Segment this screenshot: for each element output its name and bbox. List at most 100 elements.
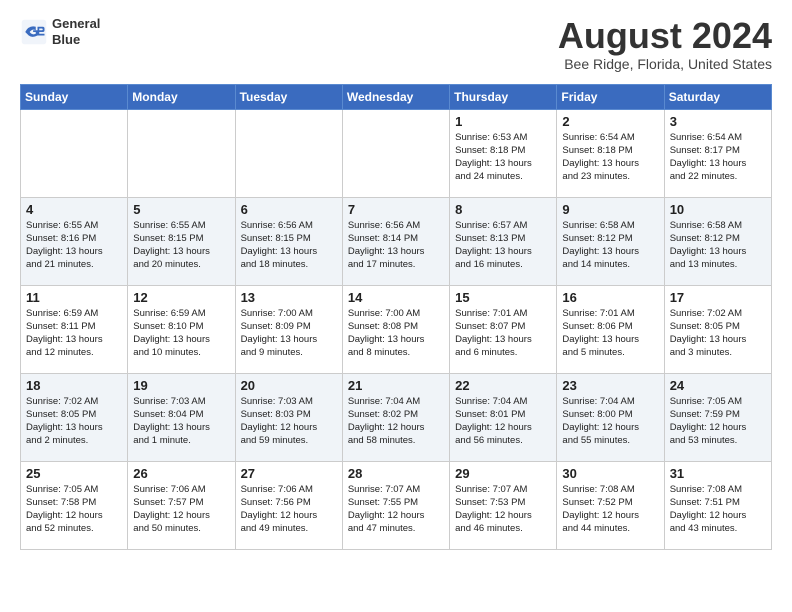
calendar-cell: 14 Sunrise: 7:00 AM Sunset: 8:08 PM Dayli… <box>342 285 449 373</box>
cell-info: Sunrise: 6:55 AM Sunset: 8:15 PM Dayligh… <box>133 219 229 272</box>
calendar-cell <box>128 109 235 197</box>
day-number: 9 <box>562 202 658 217</box>
day-number: 27 <box>241 466 337 481</box>
cell-info: Sunrise: 7:06 AM Sunset: 7:56 PM Dayligh… <box>241 483 337 536</box>
day-number: 5 <box>133 202 229 217</box>
calendar-cell: 24Sunrise: 7:05 AM Sunset: 7:59 PM Dayli… <box>664 373 771 461</box>
cell-info: Sunrise: 6:56 AM Sunset: 8:14 PM Dayligh… <box>348 219 444 272</box>
cell-info: Sunrise: 7:01 AM Sunset: 8:06 PM Dayligh… <box>562 307 658 360</box>
cell-info: Sunrise: 7:08 AM Sunset: 7:51 PM Dayligh… <box>670 483 766 536</box>
calendar-cell: 17 Sunrise: 7:02 AM Sunset: 8:05 PM Dayli… <box>664 285 771 373</box>
title-block: August 2024 Bee Ridge, Florida, United S… <box>558 16 772 72</box>
calendar-cell: 8Sunrise: 6:57 AM Sunset: 8:13 PM Daylig… <box>450 197 557 285</box>
calendar-cell <box>21 109 128 197</box>
calendar-cell: 31Sunrise: 7:08 AM Sunset: 7:51 PM Dayli… <box>664 461 771 549</box>
weekday-header-saturday: Saturday <box>664 84 771 109</box>
logo-text: General Blue <box>52 16 100 47</box>
day-number: 14 <box>348 290 444 305</box>
day-number: 4 <box>26 202 122 217</box>
calendar-week-row-2: 4 Sunrise: 6:55 AM Sunset: 8:16 PM Daylig… <box>21 197 772 285</box>
cell-info: Sunrise: 7:04 AM Sunset: 8:02 PM Dayligh… <box>348 395 444 448</box>
cell-info: Sunrise: 7:06 AM Sunset: 7:57 PM Dayligh… <box>133 483 229 536</box>
cell-info: Sunrise: 7:05 AM Sunset: 7:58 PM Dayligh… <box>26 483 122 536</box>
cell-info: Sunrise: 6:58 AM Sunset: 8:12 PM Dayligh… <box>670 219 766 272</box>
cell-info: Sunrise: 7:02 AM Sunset: 8:05 PM Dayligh… <box>26 395 122 448</box>
weekday-header-monday: Monday <box>128 84 235 109</box>
day-number: 6 <box>241 202 337 217</box>
calendar-cell: 3 Sunrise: 6:54 AM Sunset: 8:17 PM Daylig… <box>664 109 771 197</box>
day-number: 8 <box>455 202 551 217</box>
location: Bee Ridge, Florida, United States <box>558 56 772 72</box>
cell-info: Sunrise: 7:08 AM Sunset: 7:52 PM Dayligh… <box>562 483 658 536</box>
cell-info: Sunrise: 7:01 AM Sunset: 8:07 PM Dayligh… <box>455 307 551 360</box>
calendar-cell: 4 Sunrise: 6:55 AM Sunset: 8:16 PM Daylig… <box>21 197 128 285</box>
calendar-cell: 30Sunrise: 7:08 AM Sunset: 7:52 PM Dayli… <box>557 461 664 549</box>
day-number: 2 <box>562 114 658 129</box>
calendar-cell: 19Sunrise: 7:03 AM Sunset: 8:04 PM Dayli… <box>128 373 235 461</box>
calendar-cell: 28 Sunrise: 7:07 AM Sunset: 7:55 PM Dayli… <box>342 461 449 549</box>
day-number: 3 <box>670 114 766 129</box>
cell-info: Sunrise: 6:58 AM Sunset: 8:12 PM Dayligh… <box>562 219 658 272</box>
cell-info: Sunrise: 7:07 AM Sunset: 7:55 PM Dayligh… <box>348 483 444 536</box>
weekday-header-sunday: Sunday <box>21 84 128 109</box>
cell-info: Sunrise: 7:07 AM Sunset: 7:53 PM Dayligh… <box>455 483 551 536</box>
day-number: 18 <box>26 378 122 393</box>
calendar-cell: 9 Sunrise: 6:58 AM Sunset: 8:12 PM Daylig… <box>557 197 664 285</box>
calendar-cell: 29 Sunrise: 7:07 AM Sunset: 7:53 PM Dayli… <box>450 461 557 549</box>
day-number: 23 <box>562 378 658 393</box>
day-number: 17 <box>670 290 766 305</box>
day-number: 20 <box>241 378 337 393</box>
day-number: 12 <box>133 290 229 305</box>
day-number: 7 <box>348 202 444 217</box>
cell-info: Sunrise: 7:00 AM Sunset: 8:08 PM Dayligh… <box>348 307 444 360</box>
calendar-cell: 27 Sunrise: 7:06 AM Sunset: 7:56 PM Dayli… <box>235 461 342 549</box>
day-number: 29 <box>455 466 551 481</box>
calendar-cell: 22Sunrise: 7:04 AM Sunset: 8:01 PM Dayli… <box>450 373 557 461</box>
general-blue-logo-icon <box>20 18 48 46</box>
day-number: 13 <box>241 290 337 305</box>
cell-info: Sunrise: 7:00 AM Sunset: 8:09 PM Dayligh… <box>241 307 337 360</box>
cell-info: Sunrise: 6:55 AM Sunset: 8:16 PM Dayligh… <box>26 219 122 272</box>
day-number: 22 <box>455 378 551 393</box>
cell-info: Sunrise: 7:03 AM Sunset: 8:03 PM Dayligh… <box>241 395 337 448</box>
cell-info: Sunrise: 6:56 AM Sunset: 8:15 PM Dayligh… <box>241 219 337 272</box>
cell-info: Sunrise: 6:54 AM Sunset: 8:17 PM Dayligh… <box>670 131 766 184</box>
calendar-cell: 11 Sunrise: 6:59 AM Sunset: 8:11 PM Dayli… <box>21 285 128 373</box>
day-number: 10 <box>670 202 766 217</box>
cell-info: Sunrise: 6:53 AM Sunset: 8:18 PM Dayligh… <box>455 131 551 184</box>
weekday-header-row: SundayMondayTuesdayWednesdayThursdayFrid… <box>21 84 772 109</box>
day-number: 28 <box>348 466 444 481</box>
calendar-cell <box>235 109 342 197</box>
calendar-week-row-1: 1 Sunrise: 6:53 AM Sunset: 8:18 PM Daylig… <box>21 109 772 197</box>
weekday-header-friday: Friday <box>557 84 664 109</box>
calendar-cell: 21 Sunrise: 7:04 AM Sunset: 8:02 PM Dayli… <box>342 373 449 461</box>
calendar-cell: 16 Sunrise: 7:01 AM Sunset: 8:06 PM Dayli… <box>557 285 664 373</box>
day-number: 15 <box>455 290 551 305</box>
weekday-header-thursday: Thursday <box>450 84 557 109</box>
day-number: 16 <box>562 290 658 305</box>
calendar-week-row-3: 11 Sunrise: 6:59 AM Sunset: 8:11 PM Dayli… <box>21 285 772 373</box>
day-number: 1 <box>455 114 551 129</box>
weekday-header-tuesday: Tuesday <box>235 84 342 109</box>
weekday-header-wednesday: Wednesday <box>342 84 449 109</box>
calendar-cell: 2Sunrise: 6:54 AM Sunset: 8:18 PM Daylig… <box>557 109 664 197</box>
calendar-cell: 10 Sunrise: 6:58 AM Sunset: 8:12 PM Dayli… <box>664 197 771 285</box>
day-number: 19 <box>133 378 229 393</box>
calendar-week-row-4: 18 Sunrise: 7:02 AM Sunset: 8:05 PM Dayli… <box>21 373 772 461</box>
day-number: 26 <box>133 466 229 481</box>
cell-info: Sunrise: 7:05 AM Sunset: 7:59 PM Dayligh… <box>670 395 766 448</box>
day-number: 11 <box>26 290 122 305</box>
calendar-week-row-5: 25Sunrise: 7:05 AM Sunset: 7:58 PM Dayli… <box>21 461 772 549</box>
calendar-cell: 20 Sunrise: 7:03 AM Sunset: 8:03 PM Dayli… <box>235 373 342 461</box>
calendar-cell: 15 Sunrise: 7:01 AM Sunset: 8:07 PM Dayli… <box>450 285 557 373</box>
cell-info: Sunrise: 7:04 AM Sunset: 8:00 PM Dayligh… <box>562 395 658 448</box>
cell-info: Sunrise: 7:02 AM Sunset: 8:05 PM Dayligh… <box>670 307 766 360</box>
calendar-cell: 23 Sunrise: 7:04 AM Sunset: 8:00 PM Dayli… <box>557 373 664 461</box>
cell-info: Sunrise: 6:59 AM Sunset: 8:10 PM Dayligh… <box>133 307 229 360</box>
calendar-cell: 12 Sunrise: 6:59 AM Sunset: 8:10 PM Dayli… <box>128 285 235 373</box>
calendar-cell: 25Sunrise: 7:05 AM Sunset: 7:58 PM Dayli… <box>21 461 128 549</box>
day-number: 21 <box>348 378 444 393</box>
calendar-cell: 5 Sunrise: 6:55 AM Sunset: 8:15 PM Daylig… <box>128 197 235 285</box>
calendar-cell: 26 Sunrise: 7:06 AM Sunset: 7:57 PM Dayli… <box>128 461 235 549</box>
cell-info: Sunrise: 6:59 AM Sunset: 8:11 PM Dayligh… <box>26 307 122 360</box>
